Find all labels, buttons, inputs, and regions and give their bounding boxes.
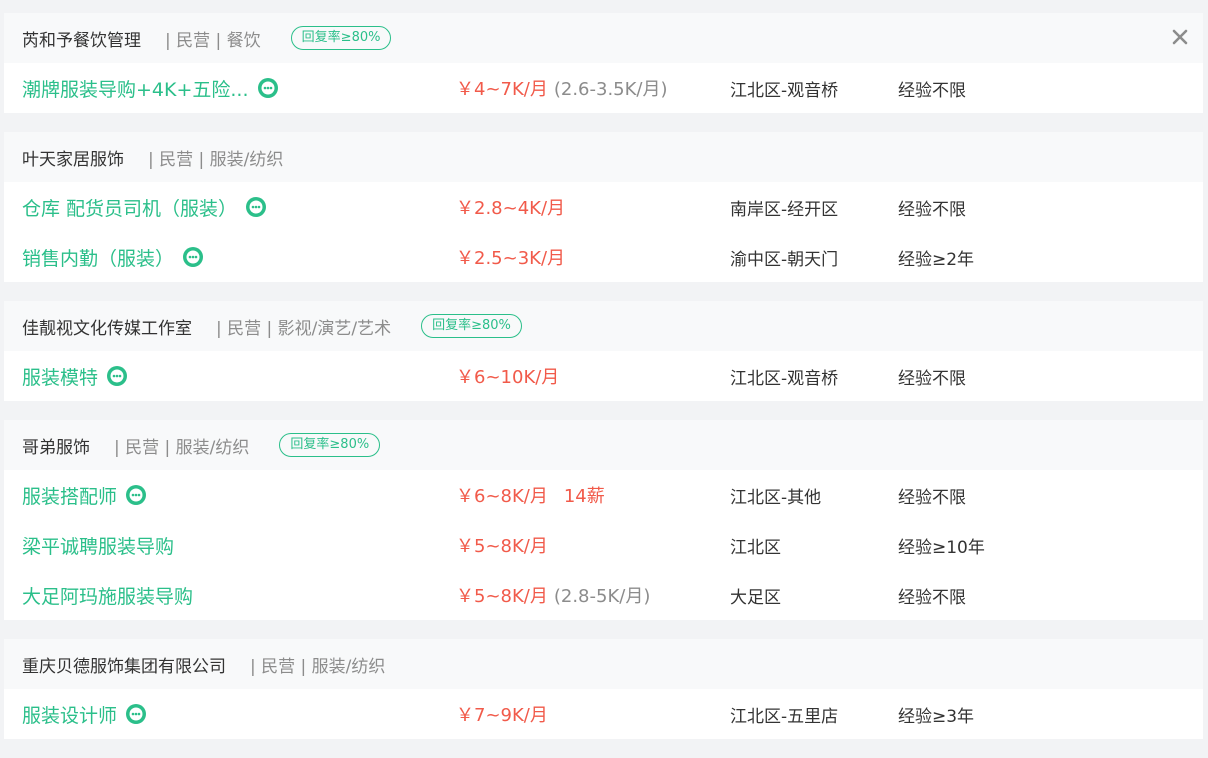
company-name[interactable]: 重庆贝德服饰集团有限公司 <box>22 652 226 677</box>
job-row[interactable]: 仓库 配货员司机（服装） ￥2.8~4K/月 南岸区-经开区 经验不限 <box>4 182 1203 232</box>
job-experience: 经验不限 <box>898 199 966 220</box>
salary: ￥6~10K/月 <box>456 363 559 389</box>
close-icon[interactable] <box>1167 24 1193 50</box>
job-row[interactable]: 销售内勤（服装） ￥2.5~3K/月 渝中区-朝天门 经验≥2年 <box>4 232 1203 282</box>
job-row[interactable]: 梁平诚聘服装导购 ￥5~8K/月 江北区 经验≥10年 <box>4 520 1203 570</box>
salary-bonus-months: 14薪 <box>563 486 605 507</box>
salary-range: ￥7~9K/月 <box>456 705 548 726</box>
company-meta: | 民营 | 服装/纺织 <box>114 437 250 458</box>
chat-bubble-icon[interactable] <box>245 196 267 218</box>
salary-range: ￥2.8~4K/月 <box>456 198 566 219</box>
job-title-link[interactable]: 潮牌服装导购+4K+五险... <box>22 75 249 102</box>
job-experience: 经验≥2年 <box>898 249 975 270</box>
job-experience: 经验≥10年 <box>898 537 985 558</box>
job-row[interactable]: 大足阿玛施服装导购 ￥5~8K/月 (2.8-5K/月) 大足区 经验不限 <box>4 570 1203 620</box>
chat-bubble-icon[interactable] <box>125 703 147 725</box>
job-title-link[interactable]: 服装搭配师 <box>22 482 117 509</box>
company-meta: | 民营 | 服装/纺织 <box>148 149 284 170</box>
company-name[interactable]: 芮和予餐饮管理 <box>22 26 141 51</box>
job-experience: 经验≥3年 <box>898 706 975 727</box>
salary: ￥5~8K/月 (2.8-5K/月) <box>456 582 650 608</box>
company-header: 叶天家居服饰 | 民营 | 服装/纺织 <box>4 132 1203 182</box>
company-card: 芮和予餐饮管理 | 民营 | 餐饮 回复率≥80% 潮牌服装导购+4K+五险..… <box>4 13 1203 113</box>
reply-rate-badge: 回复率≥80% <box>421 314 522 338</box>
job-location: 南岸区-经开区 <box>730 199 839 220</box>
company-card: 重庆贝德服饰集团有限公司 | 民营 | 服装/纺织 服装设计师 ￥7~9K/月 … <box>4 639 1203 739</box>
company-meta: | 民营 | 餐饮 <box>165 30 261 51</box>
chat-bubble-icon[interactable] <box>257 77 279 99</box>
job-experience: 经验不限 <box>898 368 966 389</box>
job-row[interactable]: 服装设计师 ￥7~9K/月 江北区-五里店 经验≥3年 <box>4 689 1203 739</box>
reply-rate-badge: 回复率≥80% <box>290 26 392 50</box>
salary-monthly-actual: (2.6-3.5K/月) <box>553 79 668 100</box>
salary-range: ￥4~7K/月 <box>456 79 548 100</box>
salary: ￥4~7K/月 (2.6-3.5K/月) <box>456 75 668 101</box>
company-meta: | 民营 | 服装/纺织 <box>250 656 386 677</box>
job-experience: 经验不限 <box>898 587 966 608</box>
job-location: 大足区 <box>730 587 781 608</box>
job-experience: 经验不限 <box>898 80 966 101</box>
job-location: 江北区-观音桥 <box>730 368 839 389</box>
chat-bubble-icon[interactable] <box>182 246 204 268</box>
company-name[interactable]: 叶天家居服饰 <box>22 145 124 170</box>
job-location: 江北区-观音桥 <box>730 80 839 101</box>
job-title-link[interactable]: 大足阿玛施服装导购 <box>22 582 193 609</box>
salary: ￥2.8~4K/月 <box>456 194 565 220</box>
salary-range: ￥5~8K/月 <box>456 586 548 607</box>
job-location: 江北区 <box>730 537 781 558</box>
reply-rate-badge: 回复率≥80% <box>279 433 381 457</box>
chat-bubble-icon[interactable] <box>106 365 128 387</box>
job-location: 江北区-其他 <box>730 487 822 508</box>
job-title-link[interactable]: 仓库 配货员司机（服装） <box>22 194 237 221</box>
job-experience: 经验不限 <box>898 487 966 508</box>
job-row[interactable]: 服装模特 ￥6~10K/月 江北区-观音桥 经验不限 <box>4 351 1203 401</box>
job-title-link[interactable]: 梁平诚聘服装导购 <box>22 532 174 559</box>
company-card: 叶天家居服饰 | 民营 | 服装/纺织 仓库 配货员司机（服装） ￥2.8~4K… <box>4 132 1203 282</box>
company-header: 重庆贝德服饰集团有限公司 | 民营 | 服装/纺织 <box>4 639 1203 689</box>
job-row[interactable]: 潮牌服装导购+4K+五险... ￥4~7K/月 (2.6-3.5K/月) 江北区-… <box>4 63 1203 113</box>
salary: ￥2.5~3K/月 <box>456 244 565 270</box>
job-title-link[interactable]: 服装模特 <box>22 363 98 390</box>
company-card: 哥弟服饰 | 民营 | 服装/纺织 回复率≥80% 服装搭配师 ￥6~8K/月 1… <box>4 420 1203 620</box>
job-row[interactable]: 服装搭配师 ￥6~8K/月 14薪 江北区-其他 经验不限 <box>4 470 1203 520</box>
salary-monthly-actual: (2.8-5K/月) <box>553 586 651 607</box>
job-title-link[interactable]: 服装设计师 <box>22 701 117 728</box>
job-list: 芮和予餐饮管理 | 民营 | 餐饮 回复率≥80% 潮牌服装导购+4K+五险..… <box>4 13 1203 758</box>
company-header: 佳靓视文化传媒工作室 | 民营 | 影视/演艺/艺术 回复率≥80% <box>4 301 1203 351</box>
salary-range: ￥6~8K/月 <box>456 486 548 507</box>
job-location: 渝中区-朝天门 <box>730 249 839 270</box>
company-name[interactable]: 哥弟服饰 <box>22 433 90 458</box>
company-card: 佳靓视文化传媒工作室 | 民营 | 影视/演艺/艺术 回复率≥80% 服装模特 … <box>4 301 1203 401</box>
chat-bubble-icon[interactable] <box>125 484 147 506</box>
salary: ￥7~9K/月 <box>456 701 548 727</box>
salary: ￥6~8K/月 14薪 <box>456 482 605 508</box>
company-header: 芮和予餐饮管理 | 民营 | 餐饮 回复率≥80% <box>4 13 1203 63</box>
salary-range: ￥5~8K/月 <box>456 536 548 557</box>
salary: ￥5~8K/月 <box>456 532 548 558</box>
company-header: 哥弟服饰 | 民营 | 服装/纺织 回复率≥80% <box>4 420 1203 470</box>
company-meta: | 民营 | 影视/演艺/艺术 <box>216 318 392 339</box>
salary-range: ￥2.5~3K/月 <box>456 248 566 269</box>
job-location: 江北区-五里店 <box>730 706 839 727</box>
company-name[interactable]: 佳靓视文化传媒工作室 <box>22 314 192 339</box>
salary-range: ￥6~10K/月 <box>456 367 560 388</box>
job-title-link[interactable]: 销售内勤（服装） <box>22 244 174 271</box>
